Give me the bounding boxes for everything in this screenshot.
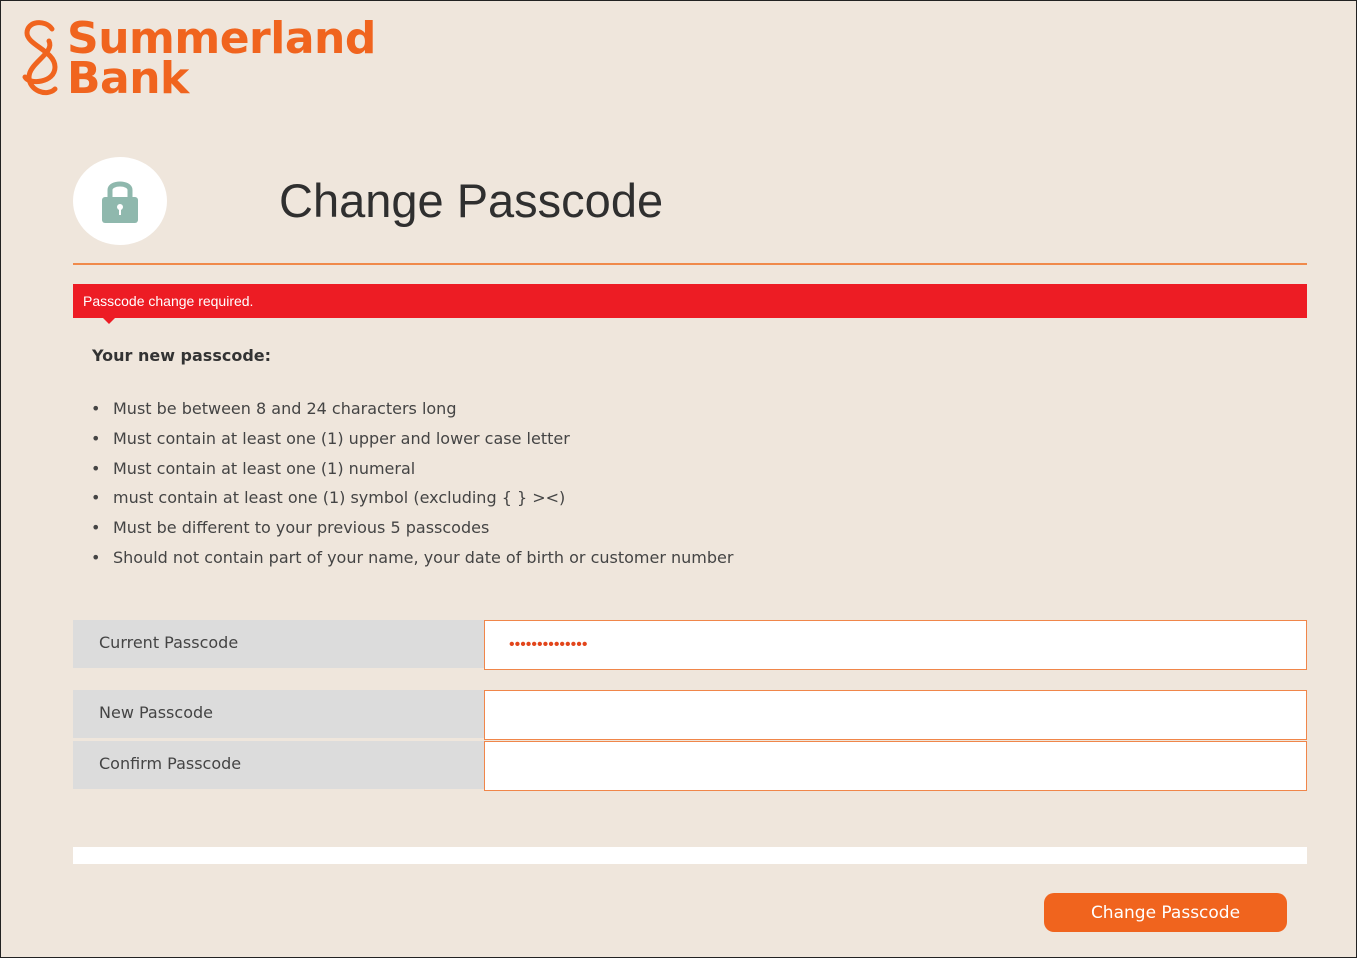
summerland-s-logo-icon	[22, 20, 58, 95]
new-passcode-input[interactable]	[484, 690, 1307, 740]
bullet: •	[91, 399, 101, 418]
app-frame: Summerland Bank Change Passcode Passcode…	[0, 0, 1357, 958]
alert-banner: Passcode change required.	[73, 284, 1307, 318]
alert-pointer	[103, 318, 115, 324]
padlock-icon	[102, 181, 138, 223]
confirm-passcode-input[interactable]	[484, 741, 1307, 791]
bullet: •	[91, 428, 101, 448]
change-passcode-button[interactable]: Change Passcode	[1044, 893, 1287, 932]
requirement-text: Must be different to your previous 5 pas…	[113, 518, 490, 538]
requirement-item: • Must contain at least one (1) upper and…	[91, 427, 733, 457]
page-title: Change Passcode	[279, 174, 664, 227]
requirement-item: • Should not contain part of your name, y…	[91, 546, 733, 576]
brand-name: Summerland Bank	[67, 17, 376, 104]
bullet: •	[91, 518, 101, 538]
requirement-item: • Must be between 8 and 24 characters lon…	[91, 397, 733, 427]
requirement-text: Must be between 8 and 24 characters long	[113, 399, 457, 418]
requirement-text: Must contain at least one (1) upper and …	[113, 428, 570, 448]
bullet: •	[91, 458, 101, 478]
summerland-bank-logo: Summerland Bank	[19, 17, 376, 104]
requirements-list: • Must be between 8 and 24 characters lon…	[91, 397, 733, 576]
form-footer-strip	[73, 847, 1307, 864]
bullet: •	[91, 488, 101, 508]
current-passcode-label: Current Passcode	[73, 620, 484, 668]
requirement-text: Must contain at least one (1) numeral	[113, 458, 416, 478]
requirement-text: Should not contain part of your name, yo…	[113, 547, 734, 567]
requirements-heading: Your new passcode:	[92, 346, 272, 365]
new-passcode-row: New Passcode	[73, 690, 1307, 740]
requirement-text: must contain at least one (1) symbol (ex…	[113, 488, 566, 508]
current-passcode-input[interactable]	[484, 620, 1307, 670]
requirement-item: • Must contain at least one (1) numeral	[91, 457, 733, 487]
title-divider	[73, 263, 1307, 265]
bullet: •	[91, 547, 101, 567]
confirm-passcode-label: Confirm Passcode	[73, 741, 484, 789]
confirm-passcode-row: Confirm Passcode	[73, 741, 1307, 791]
current-passcode-row: Current Passcode	[73, 620, 1307, 670]
brand-name-line2: Bank	[67, 53, 189, 104]
requirement-item: • must contain at least one (1) symbol (e…	[91, 486, 733, 516]
requirement-item: • Must be different to your previous 5 pa…	[91, 516, 733, 546]
new-passcode-label: New Passcode	[73, 690, 484, 738]
padlock-badge	[73, 157, 167, 245]
